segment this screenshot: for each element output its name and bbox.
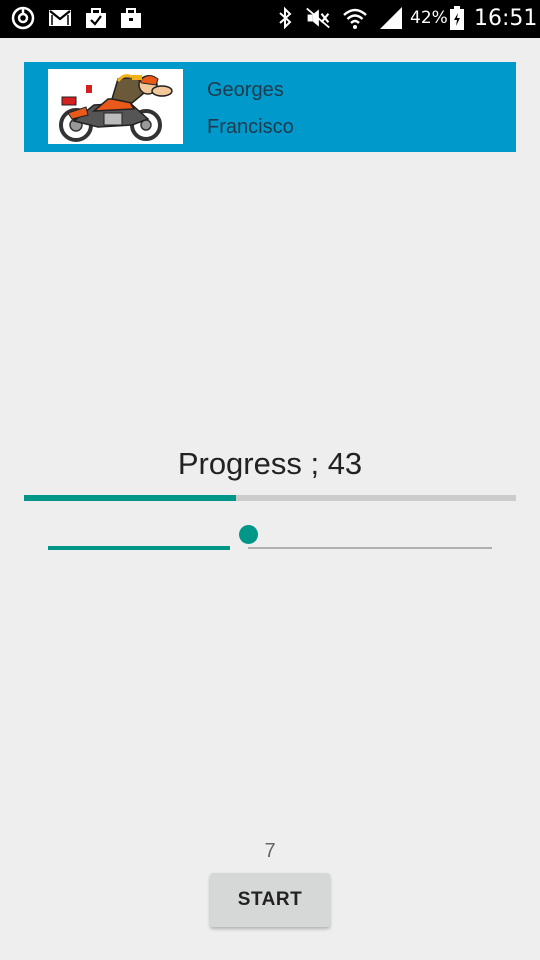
progress-bar-fill bbox=[24, 495, 236, 501]
gmail-icon bbox=[49, 10, 71, 26]
bluetooth-icon bbox=[279, 6, 292, 30]
status-bar: 42% 16:51 bbox=[0, 0, 540, 38]
progress-bar bbox=[24, 495, 516, 501]
slider-track-empty bbox=[248, 547, 492, 549]
briefcase-check-icon bbox=[86, 8, 106, 28]
battery-icon bbox=[450, 6, 464, 30]
start-button[interactable]: START bbox=[210, 873, 330, 927]
progress-label: Progress ; 43 bbox=[177, 446, 363, 481]
user-header-card: Georges Francisco bbox=[24, 62, 516, 152]
battery-percent: 42% bbox=[410, 8, 448, 28]
signal-icon bbox=[380, 7, 402, 29]
last-name: Francisco bbox=[207, 116, 294, 138]
slider-track-filled bbox=[48, 546, 230, 550]
progress-slider[interactable] bbox=[48, 522, 492, 556]
clock: 16:51 bbox=[474, 6, 538, 31]
briefcase-icon bbox=[121, 8, 141, 28]
slider-thumb[interactable] bbox=[239, 525, 258, 544]
counter-value: 7 bbox=[264, 840, 276, 862]
first-name: Georges bbox=[207, 79, 284, 101]
wifi-icon bbox=[343, 8, 367, 29]
motorcycle-rider-icon bbox=[59, 74, 173, 142]
sync-icon bbox=[11, 6, 35, 30]
user-avatar bbox=[48, 69, 183, 144]
vibrate-mute-icon bbox=[306, 7, 330, 29]
